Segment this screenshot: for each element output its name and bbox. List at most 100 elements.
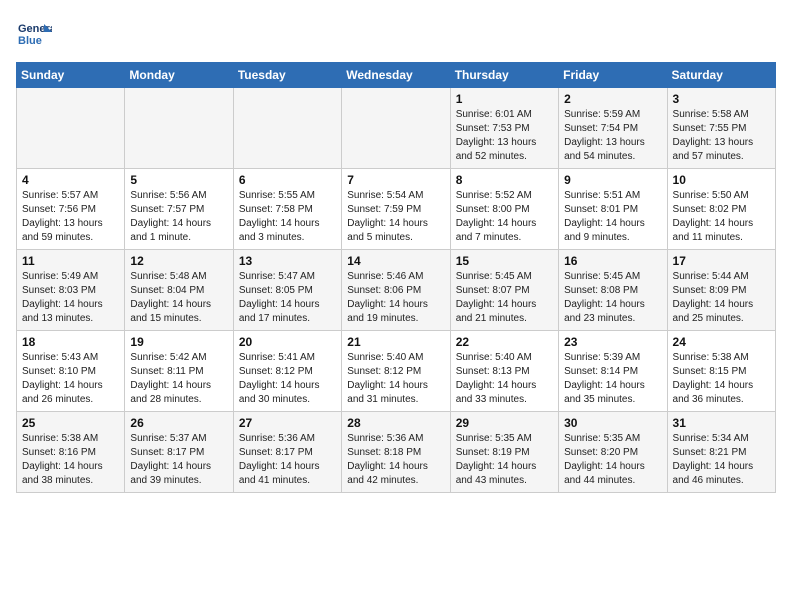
calendar-cell: 3Sunrise: 5:58 AM Sunset: 7:55 PM Daylig… <box>667 88 775 169</box>
day-number: 10 <box>673 173 770 187</box>
calendar-cell: 13 Sunrise: 5:47 AM Sunset: 8:05 PM Dayli… <box>233 250 341 331</box>
calendar-cell: 29 Sunrise: 5:35 AM Sunset: 8:19 PM Dayli… <box>450 412 558 493</box>
header-sunday: Sunday <box>17 63 125 88</box>
day-number: 1 <box>456 92 553 106</box>
day-info: Sunrise: 5:56 AM Sunset: 7:57 PM Dayligh… <box>130 189 227 245</box>
day-number: 11 <box>22 254 119 268</box>
calendar-cell <box>342 88 450 169</box>
day-number: 15 <box>456 254 553 268</box>
calendar-cell: 30 Sunrise: 5:35 AM Sunset: 8:20 PM Dayli… <box>559 412 667 493</box>
day-info: Sunrise: 5:50 AM Sunset: 8:02 PM Dayligh… <box>673 189 770 245</box>
day-info: Sunrise: 5:55 AM Sunset: 7:58 PM Dayligh… <box>239 189 336 245</box>
day-info: Sunrise: 5:48 AM Sunset: 8:04 PM Dayligh… <box>130 270 227 326</box>
day-info: Sunrise: 5:40 AM Sunset: 8:13 PM Dayligh… <box>456 351 553 407</box>
day-number: 12 <box>130 254 227 268</box>
day-number: 31 <box>673 416 770 430</box>
header-thursday: Thursday <box>450 63 558 88</box>
calendar-cell: 17 Sunrise: 5:44 AM Sunset: 8:09 PM Dayli… <box>667 250 775 331</box>
calendar-cell: 6 Sunrise: 5:55 AM Sunset: 7:58 PM Daylig… <box>233 169 341 250</box>
calendar-cell: 18 Sunrise: 5:43 AM Sunset: 8:10 PM Dayli… <box>17 331 125 412</box>
calendar-cell: 21 Sunrise: 5:40 AM Sunset: 8:12 PM Dayli… <box>342 331 450 412</box>
day-info: Sunrise: 5:54 AM Sunset: 7:59 PM Dayligh… <box>347 189 444 245</box>
calendar-cell: 23Sunrise: 5:39 AM Sunset: 8:14 PM Dayli… <box>559 331 667 412</box>
day-info: Sunrise: 5:35 AM Sunset: 8:20 PM Dayligh… <box>564 432 661 488</box>
calendar-cell: 28 Sunrise: 5:36 AM Sunset: 8:18 PM Dayli… <box>342 412 450 493</box>
calendar-cell: 10 Sunrise: 5:50 AM Sunset: 8:02 PM Dayli… <box>667 169 775 250</box>
header-wednesday: Wednesday <box>342 63 450 88</box>
day-number: 22 <box>456 335 553 349</box>
day-number: 3 <box>673 92 770 106</box>
page-header: General Blue <box>16 16 776 52</box>
day-info: Sunrise: 5:34 AM Sunset: 8:21 PM Dayligh… <box>673 432 770 488</box>
header-monday: Monday <box>125 63 233 88</box>
calendar-cell: 20 Sunrise: 5:41 AM Sunset: 8:12 PM Dayli… <box>233 331 341 412</box>
calendar-cell: 31 Sunrise: 5:34 AM Sunset: 8:21 PM Dayli… <box>667 412 775 493</box>
day-info: Sunrise: 5:38 AM Sunset: 8:15 PM Dayligh… <box>673 351 770 407</box>
calendar-cell: 9Sunrise: 5:51 AM Sunset: 8:01 PM Daylig… <box>559 169 667 250</box>
calendar-table: SundayMondayTuesdayWednesdayThursdayFrid… <box>16 62 776 493</box>
day-number: 6 <box>239 173 336 187</box>
day-number: 29 <box>456 416 553 430</box>
day-info: Sunrise: 5:36 AM Sunset: 8:17 PM Dayligh… <box>239 432 336 488</box>
day-info: Sunrise: 5:44 AM Sunset: 8:09 PM Dayligh… <box>673 270 770 326</box>
header-tuesday: Tuesday <box>233 63 341 88</box>
day-number: 30 <box>564 416 661 430</box>
week-row-1: 1 Sunrise: 6:01 AM Sunset: 7:53 PM Daylig… <box>17 88 776 169</box>
day-number: 28 <box>347 416 444 430</box>
day-number: 18 <box>22 335 119 349</box>
day-info: Sunrise: 5:43 AM Sunset: 8:10 PM Dayligh… <box>22 351 119 407</box>
day-number: 16 <box>564 254 661 268</box>
day-info: Sunrise: 5:52 AM Sunset: 8:00 PM Dayligh… <box>456 189 553 245</box>
day-info: Sunrise: 5:39 AM Sunset: 8:14 PM Dayligh… <box>564 351 661 407</box>
day-info: Sunrise: 5:36 AM Sunset: 8:18 PM Dayligh… <box>347 432 444 488</box>
calendar-cell: 25Sunrise: 5:38 AM Sunset: 8:16 PM Dayli… <box>17 412 125 493</box>
day-info: Sunrise: 5:49 AM Sunset: 8:03 PM Dayligh… <box>22 270 119 326</box>
day-info: Sunrise: 5:37 AM Sunset: 8:17 PM Dayligh… <box>130 432 227 488</box>
day-info: Sunrise: 5:47 AM Sunset: 8:05 PM Dayligh… <box>239 270 336 326</box>
calendar-cell <box>233 88 341 169</box>
day-number: 26 <box>130 416 227 430</box>
calendar-cell <box>17 88 125 169</box>
logo: General Blue <box>16 16 52 52</box>
day-number: 21 <box>347 335 444 349</box>
days-header-row: SundayMondayTuesdayWednesdayThursdayFrid… <box>17 63 776 88</box>
calendar-cell: 11 Sunrise: 5:49 AM Sunset: 8:03 PM Dayli… <box>17 250 125 331</box>
day-info: Sunrise: 5:45 AM Sunset: 8:08 PM Dayligh… <box>564 270 661 326</box>
day-number: 20 <box>239 335 336 349</box>
day-number: 24 <box>673 335 770 349</box>
calendar-cell <box>125 88 233 169</box>
calendar-cell: 15 Sunrise: 5:45 AM Sunset: 8:07 PM Dayli… <box>450 250 558 331</box>
day-number: 4 <box>22 173 119 187</box>
day-number: 5 <box>130 173 227 187</box>
calendar-cell: 7 Sunrise: 5:54 AM Sunset: 7:59 PM Daylig… <box>342 169 450 250</box>
day-number: 14 <box>347 254 444 268</box>
calendar-cell: 2Sunrise: 5:59 AM Sunset: 7:54 PM Daylig… <box>559 88 667 169</box>
calendar-cell: 4Sunrise: 5:57 AM Sunset: 7:56 PM Daylig… <box>17 169 125 250</box>
day-info: Sunrise: 5:35 AM Sunset: 8:19 PM Dayligh… <box>456 432 553 488</box>
day-number: 8 <box>456 173 553 187</box>
day-info: Sunrise: 5:41 AM Sunset: 8:12 PM Dayligh… <box>239 351 336 407</box>
week-row-4: 18 Sunrise: 5:43 AM Sunset: 8:10 PM Dayli… <box>17 331 776 412</box>
calendar-cell: 12 Sunrise: 5:48 AM Sunset: 8:04 PM Dayli… <box>125 250 233 331</box>
calendar-cell: 26 Sunrise: 5:37 AM Sunset: 8:17 PM Dayli… <box>125 412 233 493</box>
day-number: 25 <box>22 416 119 430</box>
day-info: Sunrise: 5:45 AM Sunset: 8:07 PM Dayligh… <box>456 270 553 326</box>
day-info: Sunrise: 6:01 AM Sunset: 7:53 PM Dayligh… <box>456 108 553 164</box>
week-row-2: 4Sunrise: 5:57 AM Sunset: 7:56 PM Daylig… <box>17 169 776 250</box>
day-number: 13 <box>239 254 336 268</box>
day-number: 19 <box>130 335 227 349</box>
calendar-cell: 24 Sunrise: 5:38 AM Sunset: 8:15 PM Dayli… <box>667 331 775 412</box>
calendar-cell: 14Sunrise: 5:46 AM Sunset: 8:06 PM Dayli… <box>342 250 450 331</box>
day-info: Sunrise: 5:42 AM Sunset: 8:11 PM Dayligh… <box>130 351 227 407</box>
week-row-5: 25Sunrise: 5:38 AM Sunset: 8:16 PM Dayli… <box>17 412 776 493</box>
header-saturday: Saturday <box>667 63 775 88</box>
day-number: 2 <box>564 92 661 106</box>
day-number: 17 <box>673 254 770 268</box>
day-number: 7 <box>347 173 444 187</box>
calendar-cell: 16 Sunrise: 5:45 AM Sunset: 8:08 PM Dayli… <box>559 250 667 331</box>
calendar-cell: 22 Sunrise: 5:40 AM Sunset: 8:13 PM Dayli… <box>450 331 558 412</box>
day-info: Sunrise: 5:40 AM Sunset: 8:12 PM Dayligh… <box>347 351 444 407</box>
calendar-cell: 8 Sunrise: 5:52 AM Sunset: 8:00 PM Daylig… <box>450 169 558 250</box>
calendar-cell: 5 Sunrise: 5:56 AM Sunset: 7:57 PM Daylig… <box>125 169 233 250</box>
header-friday: Friday <box>559 63 667 88</box>
